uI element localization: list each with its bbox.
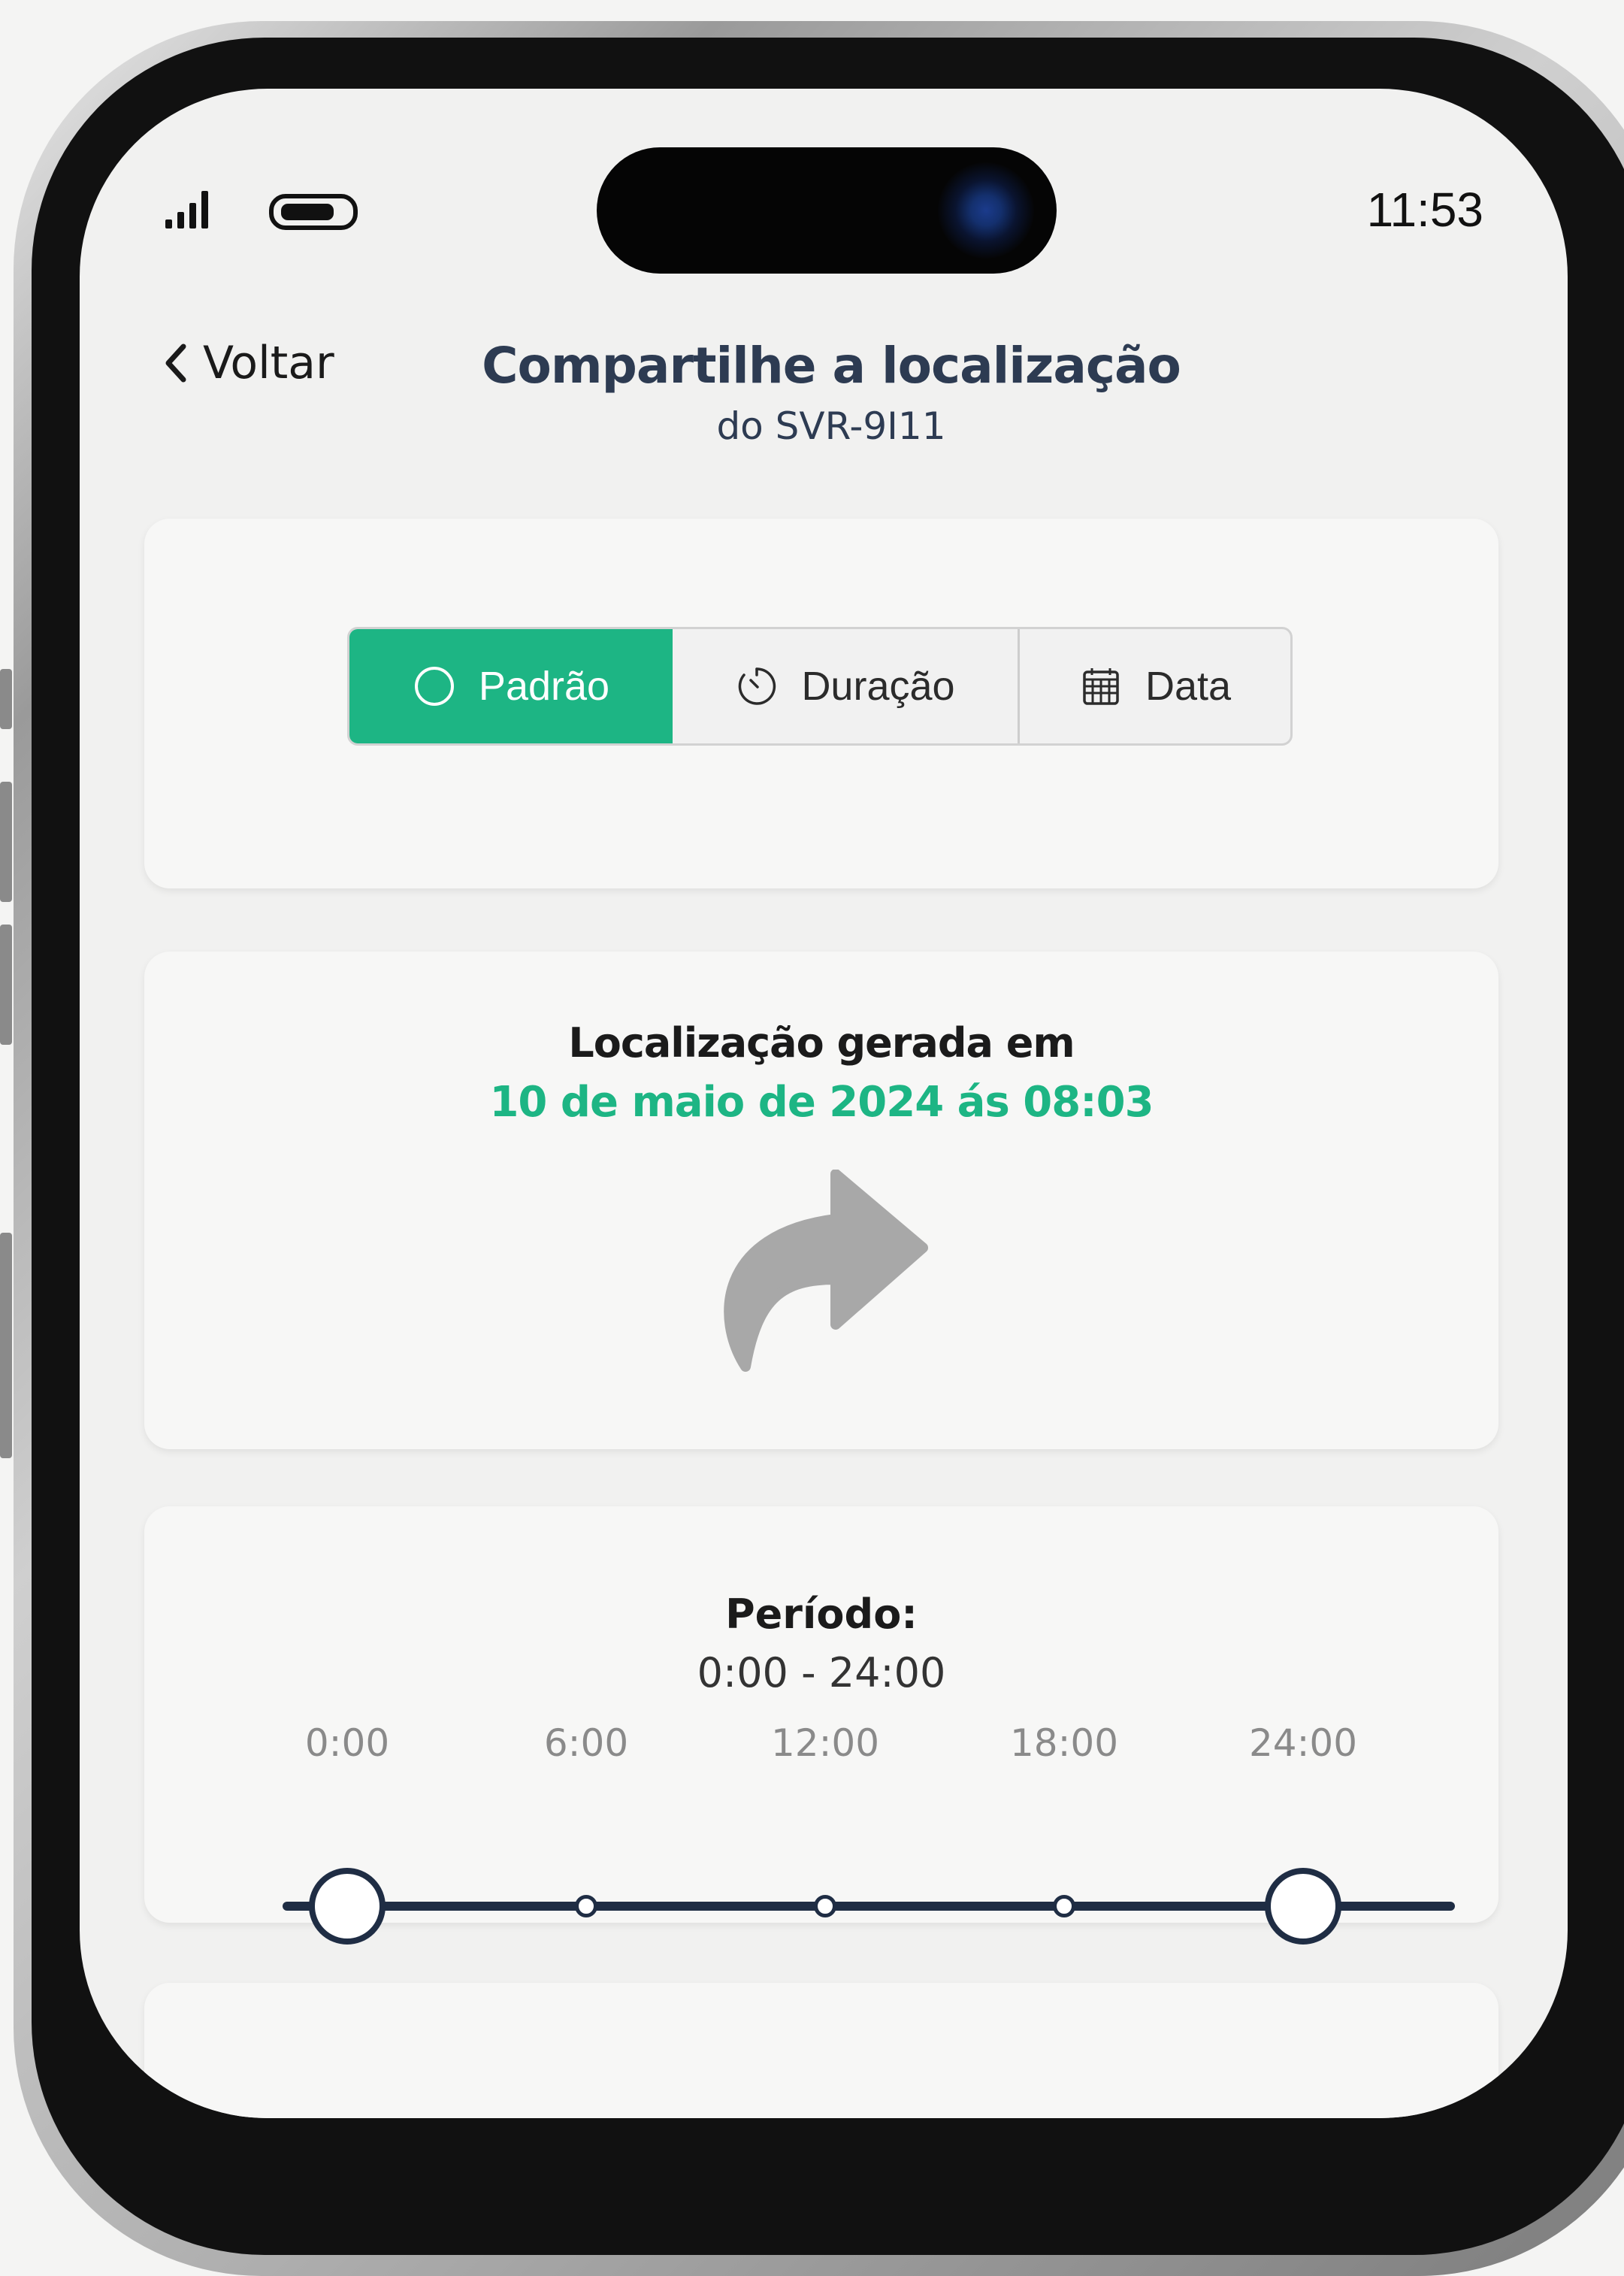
mode-option-label: Duração (801, 664, 955, 709)
mode-option-label: Padrão (478, 664, 610, 709)
period-start-handle[interactable] (309, 1868, 386, 1945)
timer-icon (739, 667, 776, 705)
side-button (0, 669, 12, 729)
location-timestamp: 10 de maio de 2024 ás 08:03 (489, 1078, 1154, 1127)
phone-screen: 11:53 Voltar Compartilhe a localização d… (80, 89, 1568, 2118)
signal-bars-icon (165, 191, 208, 229)
page-title: Compartilhe a localização (482, 337, 1181, 395)
mode-option-duracao[interactable]: Duração (673, 629, 1020, 743)
camera-icon (938, 162, 1034, 259)
calendar-icon (1083, 668, 1119, 705)
tick-label-18: 18:00 (1009, 1721, 1119, 1765)
status-time: 11:53 (1366, 183, 1483, 237)
period-card: Período: 0:00 - 24:00 0:00 6:00 12:00 18… (144, 1506, 1498, 1945)
mode-option-padrao[interactable]: Padrão (349, 629, 673, 743)
slider-tick (575, 1895, 597, 1917)
slider-tick (814, 1895, 836, 1917)
mode-option-label: Data (1145, 664, 1232, 709)
tick-label-24: 24:00 (1248, 1721, 1358, 1765)
period-end-handle[interactable] (1265, 1868, 1341, 1945)
tick-label-0: 0:00 (304, 1721, 390, 1765)
tick-label-12: 12:00 (770, 1721, 880, 1765)
side-button (0, 925, 12, 1045)
slider-tick (1053, 1895, 1075, 1917)
period-label: Período: (725, 1590, 918, 1638)
mode-segmented-control: Padrão Duração Data (347, 627, 1293, 746)
period-range: 0:00 - 24:00 (697, 1649, 946, 1696)
status-bar: 11:53 (80, 89, 1568, 277)
mode-option-data[interactable]: Data (1020, 629, 1290, 743)
side-button (0, 782, 12, 902)
next-card (144, 1983, 1498, 2118)
location-heading: Localização gerada em (568, 1019, 1075, 1067)
battery-icon (269, 194, 358, 230)
mode-card: Padrão Duração Data (144, 519, 1498, 888)
location-card: Localização gerada em 10 de maio de 2024… (144, 952, 1498, 1449)
share-arrow-icon[interactable] (700, 1170, 941, 1373)
radio-circle-icon (414, 667, 454, 706)
tick-label-6: 6:00 (543, 1721, 629, 1765)
side-button (0, 1233, 12, 1458)
page-subtitle: do SVR-9I11 (716, 404, 946, 448)
